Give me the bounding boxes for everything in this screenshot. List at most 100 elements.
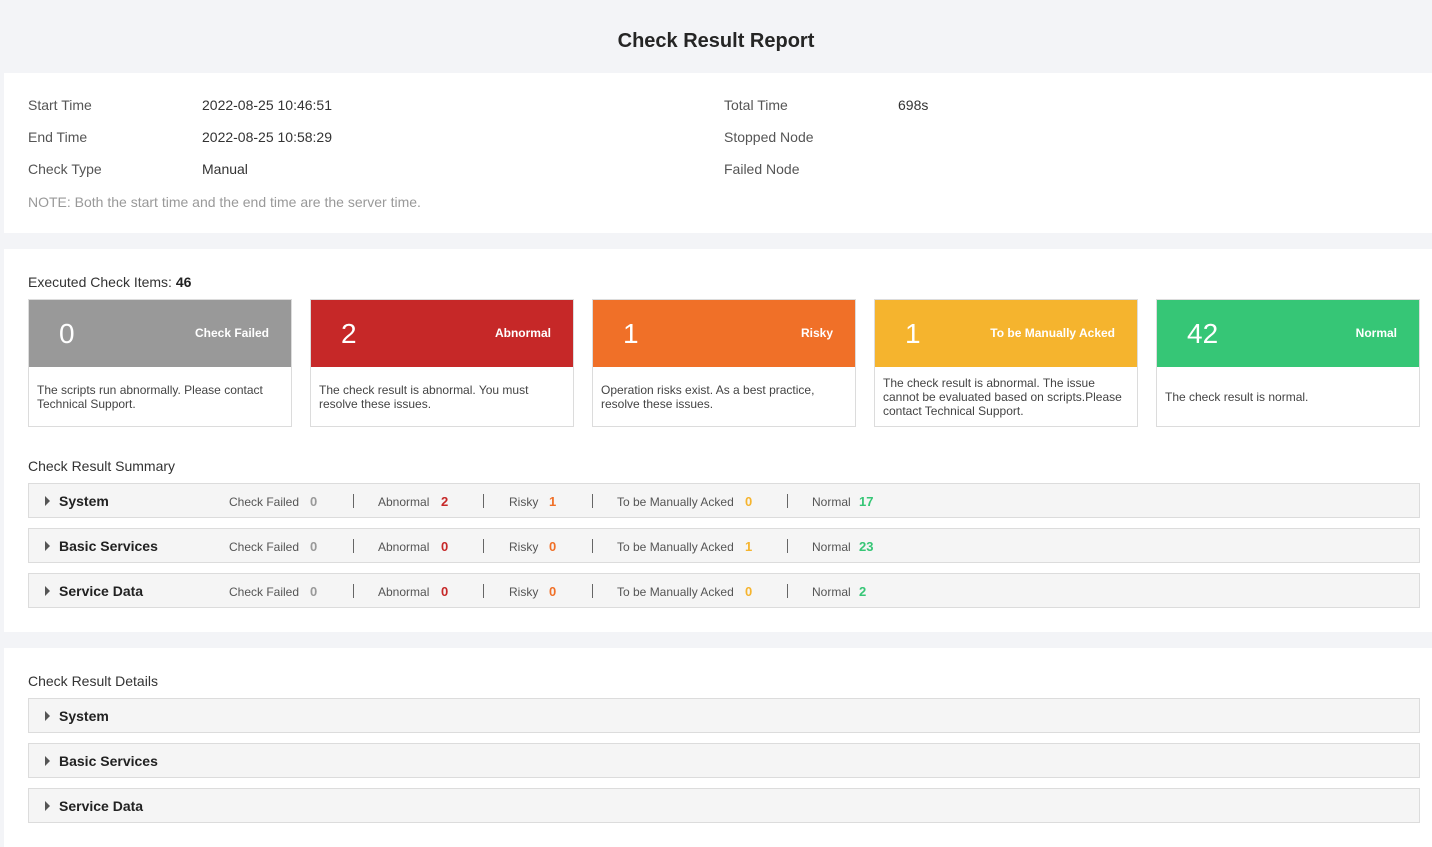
executed-count: 46 xyxy=(175,274,192,290)
total-time-label: Total Time xyxy=(724,97,788,113)
card-description: The scripts run abnormally. Please conta… xyxy=(37,383,263,411)
details-row-name: Basic Services xyxy=(59,753,158,769)
stat-label-normal: Normal xyxy=(812,495,851,509)
summary-row-name: System xyxy=(59,493,109,509)
divider xyxy=(483,539,484,553)
failed-node-label: Failed Node xyxy=(724,161,800,177)
stat-value-normal: 23 xyxy=(859,539,874,554)
card-count: 1 xyxy=(905,318,921,349)
stat-label-acked: To be Manually Acked xyxy=(617,540,734,554)
card-check-failed: 0 Check Failed The scripts run abnormall… xyxy=(28,299,292,427)
caret-right-icon xyxy=(45,496,50,506)
stat-value-acked: 1 xyxy=(745,539,753,554)
total-time-value: 698s xyxy=(898,97,929,113)
card-label: Normal xyxy=(1355,326,1397,340)
page-title: Check Result Report xyxy=(617,30,815,52)
card-header: 42 Normal xyxy=(1157,300,1419,367)
check-type-value: Manual xyxy=(202,161,248,177)
summary-row-name: Basic Services xyxy=(59,538,158,554)
stat-label-failed: Check Failed xyxy=(229,495,300,509)
divider xyxy=(592,539,593,553)
divider xyxy=(787,539,788,553)
stat-value-normal: 17 xyxy=(859,494,874,509)
divider xyxy=(483,494,484,508)
card-description: Operation risks exist. As a best practic… xyxy=(601,383,815,411)
divider xyxy=(787,494,788,508)
check-type-label: Check Type xyxy=(28,161,102,177)
summary-row-name: Service Data xyxy=(59,583,144,599)
stat-value-abnormal: 2 xyxy=(441,494,449,509)
stat-label-abnormal: Abnormal xyxy=(378,540,430,554)
stat-value-risky: 0 xyxy=(549,539,557,554)
stat-value-failed: 0 xyxy=(310,539,318,554)
summary-section-title: Check Result Summary xyxy=(28,458,176,474)
stat-label-risky: Risky xyxy=(509,495,539,509)
card-description: The check result is normal. xyxy=(1165,390,1309,404)
stat-value-risky: 0 xyxy=(549,584,557,599)
divider xyxy=(592,584,593,598)
basic-info-panel: Start Time 2022-08-25 10:46:51 End Time … xyxy=(4,73,1432,233)
end-time-label: End Time xyxy=(28,129,88,145)
details-row-name: System xyxy=(59,708,109,724)
caret-right-icon xyxy=(45,541,50,551)
stat-label-failed: Check Failed xyxy=(229,585,300,599)
card-count: 42 xyxy=(1187,318,1219,349)
stat-label-risky: Risky xyxy=(509,540,539,554)
divider xyxy=(353,494,354,508)
stat-label-normal: Normal xyxy=(812,585,851,599)
divider xyxy=(787,584,788,598)
stat-label-abnormal: Abnormal xyxy=(378,585,430,599)
executed-check-items: Executed Check Items: 46 xyxy=(28,274,191,290)
card-label: To be Manually Acked xyxy=(990,326,1115,340)
stat-value-risky: 1 xyxy=(549,494,557,509)
summary-row[interactable]: Service Data Check Failed 0 Abnormal 0 Risky 0… xyxy=(28,573,1420,608)
stat-label-normal: Normal xyxy=(812,540,851,554)
card-header: 0 Check Failed xyxy=(29,300,291,367)
stat-value-abnormal: 0 xyxy=(441,539,449,554)
caret-right-icon xyxy=(45,801,50,811)
stat-label-risky: Risky xyxy=(509,585,539,599)
executed-label: Executed Check Items: xyxy=(28,274,172,290)
stat-value-abnormal: 0 xyxy=(441,584,449,599)
summary-row[interactable]: System Check Failed 0 Abnormal 2 Risky 1 To be … xyxy=(28,483,1420,518)
details-row[interactable]: System xyxy=(28,698,1420,733)
start-time-value: 2022-08-25 10:46:51 xyxy=(202,97,332,113)
card-label: Check Failed xyxy=(194,326,269,340)
details-section-title: Check Result Details xyxy=(28,673,158,689)
stat-value-normal: 2 xyxy=(859,584,867,599)
stat-label-failed: Check Failed xyxy=(229,540,300,554)
details-row[interactable]: Basic Services xyxy=(28,743,1420,778)
card-count: 1 xyxy=(623,318,639,349)
caret-right-icon xyxy=(45,756,50,766)
summary-row[interactable]: Basic Services Check Failed 0 Abnormal 0 Risk… xyxy=(28,528,1420,563)
card-header: 1 Risky xyxy=(593,300,855,367)
card-normal: 42 Normal The check result is normal. xyxy=(1156,299,1420,427)
summary-panel: Executed Check Items: 46 0 Check Failed … xyxy=(4,249,1432,632)
details-row[interactable]: Service Data xyxy=(28,788,1420,823)
card-label: Abnormal xyxy=(494,326,551,340)
details-row-name: Service Data xyxy=(59,798,144,814)
caret-right-icon xyxy=(45,586,50,596)
stat-label-abnormal: Abnormal xyxy=(378,495,430,509)
server-time-note: NOTE: Both the start time and the end ti… xyxy=(28,194,421,210)
divider xyxy=(592,494,593,508)
stopped-node-label: Stopped Node xyxy=(724,129,814,145)
details-panel: Check Result Details System Basic Service… xyxy=(4,648,1432,847)
card-count: 2 xyxy=(341,318,357,349)
stat-value-failed: 0 xyxy=(310,494,318,509)
card-risky: 1 Risky Operation risks exist. As a best… xyxy=(592,299,856,427)
card-label: Risky xyxy=(800,326,833,340)
start-time-label: Start Time xyxy=(28,97,92,113)
card-count: 0 xyxy=(59,318,75,349)
divider xyxy=(483,584,484,598)
card-abnormal: 2 Abnormal The check result is abnormal.… xyxy=(310,299,574,427)
divider xyxy=(353,584,354,598)
stat-value-acked: 0 xyxy=(745,494,753,509)
card-header: 2 Abnormal xyxy=(311,300,573,367)
card-description: The check result is abnormal. The issue … xyxy=(883,376,1122,418)
card-manually-acked: 1 To be Manually Acked The check result … xyxy=(874,299,1138,427)
caret-right-icon xyxy=(45,711,50,721)
stat-label-acked: To be Manually Acked xyxy=(617,585,734,599)
stat-label-acked: To be Manually Acked xyxy=(617,495,734,509)
stat-value-acked: 0 xyxy=(745,584,753,599)
